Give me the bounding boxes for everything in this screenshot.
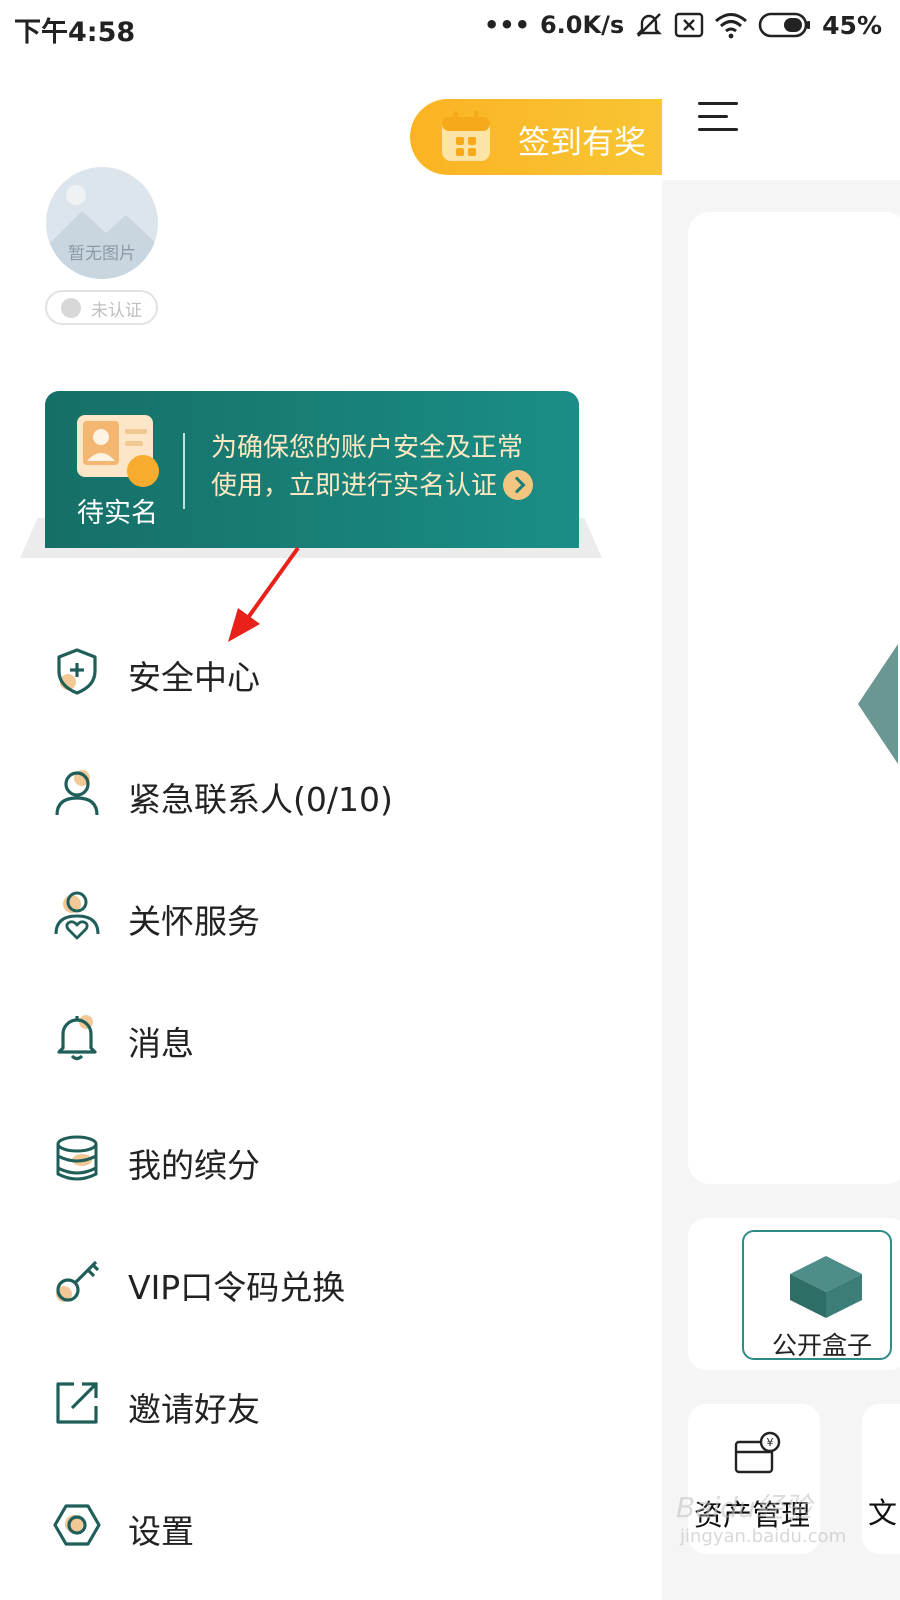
banner-message-line2-wrap: 使用，立即进行实名认证 [211, 467, 534, 505]
menu-item-security-center[interactable]: 安全中心 [0, 627, 662, 717]
menu-item-vip-code[interactable]: VIP口令码兑换 [0, 1237, 662, 1327]
verify-status-badge[interactable]: 未认证 [45, 290, 158, 325]
id-card-icon [77, 415, 159, 487]
mute-bell-icon [636, 13, 663, 37]
banner-message: 为确保您的账户安全及正常 使用，立即进行实名认证 [211, 429, 534, 505]
main-header [662, 56, 900, 180]
status-bar: 下午4:58 ••• 6.0K/s 45% [0, 0, 900, 56]
signin-label: 签到有奖 [518, 123, 647, 161]
battery-percent: 45% [822, 10, 882, 40]
banner-message-line1: 为确保您的账户安全及正常 [211, 433, 524, 463]
signin-reward-button[interactable]: 签到有奖 [410, 99, 662, 175]
banner-message-line2: 使用，立即进行实名认证 [211, 471, 498, 501]
hex-settings-icon [53, 1504, 101, 1546]
menu-item-care-service[interactable]: 关怀服务 [0, 871, 662, 961]
avatar[interactable]: 暂无图片 [46, 167, 158, 279]
check-circle-icon [61, 298, 81, 318]
menu-item-messages[interactable]: 消息 [0, 993, 662, 1083]
menu-label: 紧急联系人(0/10) [128, 780, 393, 819]
avatar-placeholder-text: 暂无图片 [68, 244, 136, 264]
menu-item-invite-friends[interactable]: 邀请好友 [0, 1359, 662, 1449]
next-card-label: 文 [868, 1496, 898, 1530]
banner-status-text: 待实名 [77, 498, 158, 529]
svg-text:¥: ¥ [767, 1436, 774, 1449]
menu-label: 安全中心 [128, 658, 260, 697]
public-box-tile[interactable]: 公开盒子 [742, 1230, 892, 1360]
menu-label: 设置 [128, 1512, 194, 1551]
chevron-right-icon [503, 469, 534, 500]
wifi-icon [715, 13, 748, 39]
shield-plus-icon [57, 648, 97, 695]
banner-divider [183, 433, 185, 509]
menu-label: VIP口令码兑换 [128, 1268, 346, 1307]
sim-off-icon [674, 12, 704, 38]
menu-icon[interactable] [698, 100, 742, 134]
status-time: 下午4:58 [14, 17, 136, 48]
network-speed: 6.0K/s [539, 11, 625, 39]
signal-dots-icon: ••• [483, 11, 530, 39]
teal-decoration [858, 644, 898, 764]
battery-icon [758, 12, 811, 38]
wallet-yen-icon: ¥ [734, 1431, 781, 1474]
menu-item-settings[interactable]: 设置 [0, 1481, 662, 1571]
public-box-label: 公开盒子 [772, 1331, 873, 1360]
watermark-text: Baidu经验 [676, 1491, 812, 1524]
box-icon [790, 1256, 862, 1318]
coin-stack-icon [56, 1135, 98, 1181]
bell-icon [57, 1015, 97, 1061]
main-page: 公开盒子 ¥ 资产管理 文 [662, 56, 900, 1600]
watermark-url: jingyan.baidu.com [680, 1526, 847, 1547]
menu-label: 我的缤分 [128, 1146, 260, 1185]
real-name-banner[interactable]: 待实名 为确保您的账户安全及正常 使用，立即进行实名认证 [45, 391, 579, 548]
key-icon [56, 1260, 100, 1302]
side-drawer: 签到有奖 暂无图片 未认证 待实名 为确保您的账户安全及正常 使用，立即进行实名… [0, 56, 662, 1600]
menu-item-my-points[interactable]: 我的缤分 [0, 1115, 662, 1205]
person-icon [55, 770, 99, 816]
verify-status-text: 未认证 [91, 301, 142, 321]
menu-label: 消息 [128, 1024, 194, 1063]
calendar-icon [442, 111, 490, 161]
menu-item-emergency-contacts[interactable]: 紧急联系人(0/10) [0, 749, 662, 839]
care-person-heart-icon [54, 891, 100, 940]
status-icons: ••• 6.0K/s 45% [484, 10, 882, 40]
share-out-icon [56, 1382, 98, 1424]
menu-label: 邀请好友 [128, 1390, 260, 1429]
menu-label: 关怀服务 [128, 902, 260, 941]
